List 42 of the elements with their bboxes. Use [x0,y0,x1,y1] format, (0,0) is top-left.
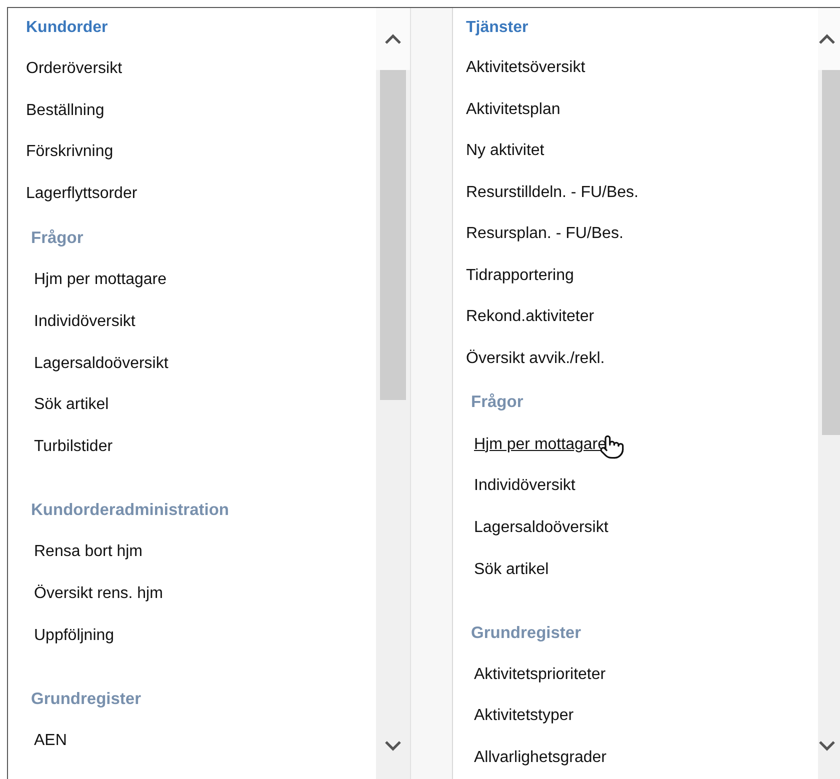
scrollbar[interactable] [818,8,840,779]
section-title: Kundorder [26,18,109,38]
menu-link[interactable]: Orderöversikt [26,48,122,90]
group-title: Kundorderadministration [30,500,230,522]
scrollbar-thumb[interactable] [822,70,840,435]
menu-link[interactable]: Hjm per mottagare [34,259,166,302]
menu-link[interactable]: Översikt rens. hjm [34,573,163,615]
menu-link[interactable]: AEN [34,720,67,762]
group-title: Frågor [470,392,524,414]
menu-link[interactable]: Aktivitetsprioriteter [474,654,606,696]
scrollbar-thumb[interactable] [380,70,406,400]
menu-link[interactable]: Lagersaldoöversikt [474,507,608,549]
menu-link[interactable]: Resurstilldeln. - FU/Bes. [466,172,638,214]
menu-link[interactable]: Individöversikt [34,301,136,343]
scroll-down-icon[interactable] [818,740,836,751]
menu-link[interactable]: Rekond.aktiviteter [466,296,594,338]
menu-link[interactable]: Sök artikel [34,384,109,426]
menu-link[interactable]: Förskrivning [26,131,114,174]
menu-link[interactable]: Resursplan. - FU/Bes. [466,214,624,255]
menu-link[interactable]: Allvarlighetsgrader [474,737,607,779]
section-title: Tjänster [466,18,530,38]
menu-link[interactable]: Lagersaldoöversikt [34,342,168,384]
menu-link[interactable]: Turbilstider [34,426,113,468]
menu-link[interactable]: Aktivitetstyper [474,696,574,738]
group-title: Grundregister [30,688,142,710]
menu-link[interactable]: Beställning [26,90,104,132]
menu-link[interactable]: Tidrapportering [466,254,574,296]
menu-link[interactable]: Aktivitetsplan [466,89,560,131]
menu-link[interactable]: Individöversikt [474,465,576,508]
menu-link[interactable]: Ny aktivitet [466,130,544,172]
group-title: Grundregister [470,622,582,644]
menu-link[interactable]: Aktivitetsöversikt [466,48,586,90]
scroll-up-icon[interactable] [384,34,402,44]
menu-link[interactable]: Lagerflyttsorder [26,173,138,215]
group-title: Frågor [30,228,84,250]
menu-link[interactable]: Översikt avvik./rekl. [466,338,605,380]
scroll-down-icon[interactable] [384,740,402,751]
menu-link[interactable]: Uppföljning [34,614,114,657]
scrollbar[interactable] [376,8,410,779]
scroll-up-icon[interactable] [818,34,836,44]
menu-link[interactable]: Sök artikel [474,548,549,590]
menu-link[interactable]: Rensa bort hjm [34,532,142,574]
